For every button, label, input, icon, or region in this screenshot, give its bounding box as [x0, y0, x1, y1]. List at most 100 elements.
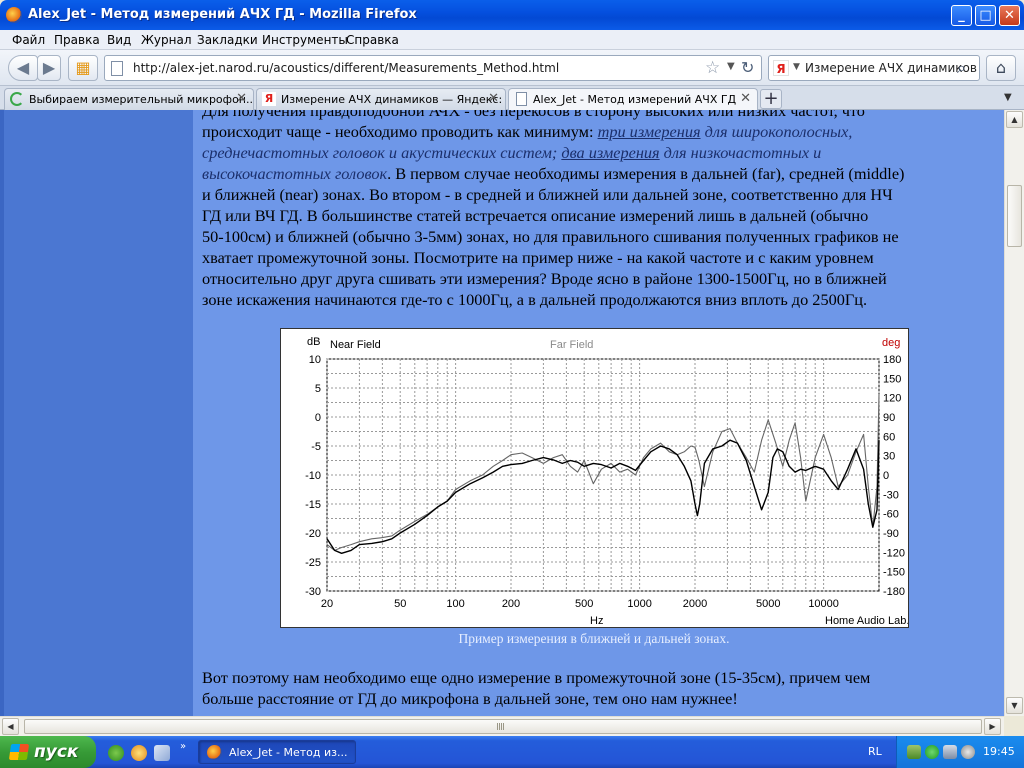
quicklaunch-app-icon[interactable] [131, 745, 147, 761]
search-icon[interactable]: ⌕ [957, 58, 966, 78]
home-button[interactable]: ⌂ [986, 55, 1016, 81]
tab-bar: Выбираем измерительный микрофон... ✕ Я И… [0, 86, 1024, 111]
forward-arrow-icon: ▶ [42, 58, 56, 77]
url-dropdown-icon[interactable]: ▼ [727, 61, 735, 72]
taskbar: пуск » Alex_Jet - Метод из... RL 19:45 [0, 736, 1024, 768]
tab-alex-jet[interactable]: Alex_Jet - Метод измерений АЧХ ГД ✕ [508, 88, 758, 111]
search-box[interactable]: Я ▼ Измерение АЧХ динамиков ⌕ [768, 55, 980, 81]
tab-close-icon[interactable]: ✕ [488, 91, 499, 106]
search-engine-dropdown-icon[interactable]: ▼ [793, 62, 800, 72]
page-icon [111, 61, 123, 76]
show-desktop-icon[interactable] [154, 745, 170, 761]
search-text: Измерение АЧХ динамиков [805, 61, 977, 75]
horizontal-scroll-thumb[interactable] [24, 719, 982, 734]
paragraph-2: Вот поэтому нам необходимо еще одно изме… [202, 667, 992, 709]
yandex-logo-icon[interactable]: Я [773, 60, 789, 76]
scroll-up-button[interactable]: ▲ [1006, 111, 1023, 128]
start-label: пуск [34, 742, 79, 762]
start-button[interactable]: пуск [0, 736, 96, 768]
taskbar-firefox-item[interactable]: Alex_Jet - Метод из... [198, 740, 356, 764]
vertical-scroll-thumb[interactable] [1007, 185, 1022, 247]
chart-brand-label: Home Audio Lab. [825, 615, 908, 627]
volume-icon[interactable] [961, 745, 975, 759]
frequency-response-chart: 10 5 0 -5 -10 -15 -20 -25 -30 180 150 120 90 60 30 0 -30… [280, 328, 909, 628]
scroll-down-icon: ▼ [1011, 701, 1018, 710]
text-span: . В первом случае необходимы измерения в… [387, 164, 905, 183]
horizontal-scrollbar[interactable]: ◀ ▶ [0, 716, 1004, 736]
legend-far-field: Far Field [550, 339, 593, 351]
back-button[interactable]: ◀ [8, 55, 38, 81]
y2-tick-label: -90 [883, 528, 899, 540]
chart-caption: Пример измерения в ближней и дальней зон… [458, 631, 730, 646]
new-tab-button[interactable]: + [760, 89, 782, 109]
y2-tick-label: 120 [883, 393, 901, 405]
forward-button[interactable]: ▶ [37, 55, 61, 81]
text-line: 50-100см) и ближней (обычно 3-5мм) зонах… [202, 227, 899, 246]
tab-yandex[interactable]: Я Измерение АЧХ динамиков — Яндекс: ... … [256, 88, 506, 110]
plus-icon: + [763, 88, 779, 109]
url-bar[interactable]: http://alex-jet.narod.ru/acoustics/diffe… [104, 55, 762, 81]
y2-tick-label: 150 [883, 373, 901, 385]
tab-microphone[interactable]: Выбираем измерительный микрофон... ✕ [4, 88, 254, 110]
tab-close-icon[interactable]: ✕ [740, 91, 751, 106]
text-line: относительно друг друга сшивать эти изме… [202, 269, 887, 288]
y2-tick-label: 60 [883, 431, 895, 443]
menu-view[interactable]: Вид [107, 33, 131, 47]
link-two-measurements[interactable]: два измерения [561, 143, 659, 162]
menu-bookmarks[interactable]: Закладки [197, 33, 258, 47]
window-title: Alex_Jet - Метод измерений АЧХ ГД - Mozi… [28, 7, 417, 22]
network-icon[interactable] [907, 745, 921, 759]
url-text: http://alex-jet.narod.ru/acoustics/diffe… [133, 61, 560, 75]
tab-label: Alex_Jet - Метод измерений АЧХ ГД [533, 93, 737, 106]
x-tick-label: 2000 [683, 598, 707, 610]
home-icon: ⌂ [995, 58, 1007, 77]
language-indicator[interactable]: RL [868, 745, 882, 758]
scroll-down-button[interactable]: ▼ [1006, 697, 1023, 714]
close-button[interactable]: ✕ [999, 5, 1020, 26]
minimize-button[interactable]: _ [951, 5, 972, 26]
bookmark-star-icon[interactable]: ☆ [705, 58, 720, 78]
utorrent-icon[interactable] [108, 745, 124, 761]
tray-status-icon[interactable] [925, 745, 939, 759]
apps-button[interactable]: ▦ [68, 55, 98, 81]
monitor-icon[interactable] [943, 745, 957, 759]
menu-tools[interactable]: Инструменты [262, 33, 348, 47]
x-tick-label: 10000 [808, 598, 839, 610]
windows-logo-icon [8, 744, 30, 760]
scroll-left-button[interactable]: ◀ [2, 718, 19, 735]
close-icon: ✕ [1004, 8, 1015, 23]
y2-tick-label: 90 [883, 412, 895, 424]
menu-bar: Файл Правка Вид Журнал Закладки Инструме… [0, 30, 1024, 50]
text-line: и ближней (near) зонах. Во втором - в ср… [202, 185, 893, 204]
link-three-measurements[interactable]: три измерения [598, 122, 701, 141]
vertical-scrollbar[interactable]: ▲ ▼ [1004, 110, 1024, 716]
text-line: Вот поэтому нам необходимо еще одно изме… [202, 668, 871, 687]
y2-tick-label: 30 [883, 451, 895, 463]
scrollbar-corner [1004, 716, 1024, 736]
quicklaunch-chevron-icon[interactable]: » [180, 741, 186, 752]
tab-close-icon[interactable]: ✕ [236, 91, 247, 106]
menu-file[interactable]: Файл [12, 33, 45, 47]
page-content: Для получения правдоподобной АЧХ - без п… [0, 110, 1004, 716]
text-line: среднечастотных головок и акустических с… [202, 142, 992, 163]
x-tick-label: 5000 [756, 598, 780, 610]
menu-edit[interactable]: Правка [54, 33, 100, 47]
menu-history[interactable]: Журнал [141, 33, 192, 47]
y-axis-label: dB [307, 336, 320, 348]
minimize-icon: _ [958, 8, 965, 23]
tab-list-chevron-icon[interactable]: ▼ [1004, 92, 1012, 103]
maximize-button[interactable]: □ [975, 5, 996, 26]
scroll-right-button[interactable]: ▶ [984, 718, 1001, 735]
text-line: хватает промежуточной зоны. Посмотрите н… [202, 248, 874, 267]
text-span-italic: среднечастотных головок и акустических с… [202, 143, 562, 162]
menu-help[interactable]: Справка [346, 33, 399, 47]
window-title-bar[interactable]: Alex_Jet - Метод измерений АЧХ ГД - Mozi… [0, 0, 1024, 30]
text-span-italic: для низкочастотных и [659, 143, 822, 162]
y-tick-label: -15 [305, 499, 321, 511]
scroll-grip [497, 723, 505, 730]
x-tick-label: 200 [502, 598, 520, 610]
reload-icon[interactable]: ↻ [741, 58, 754, 77]
left-sidebar-column [0, 110, 193, 716]
maximize-icon: □ [979, 8, 992, 23]
legend-near-field: Near Field [330, 339, 381, 351]
